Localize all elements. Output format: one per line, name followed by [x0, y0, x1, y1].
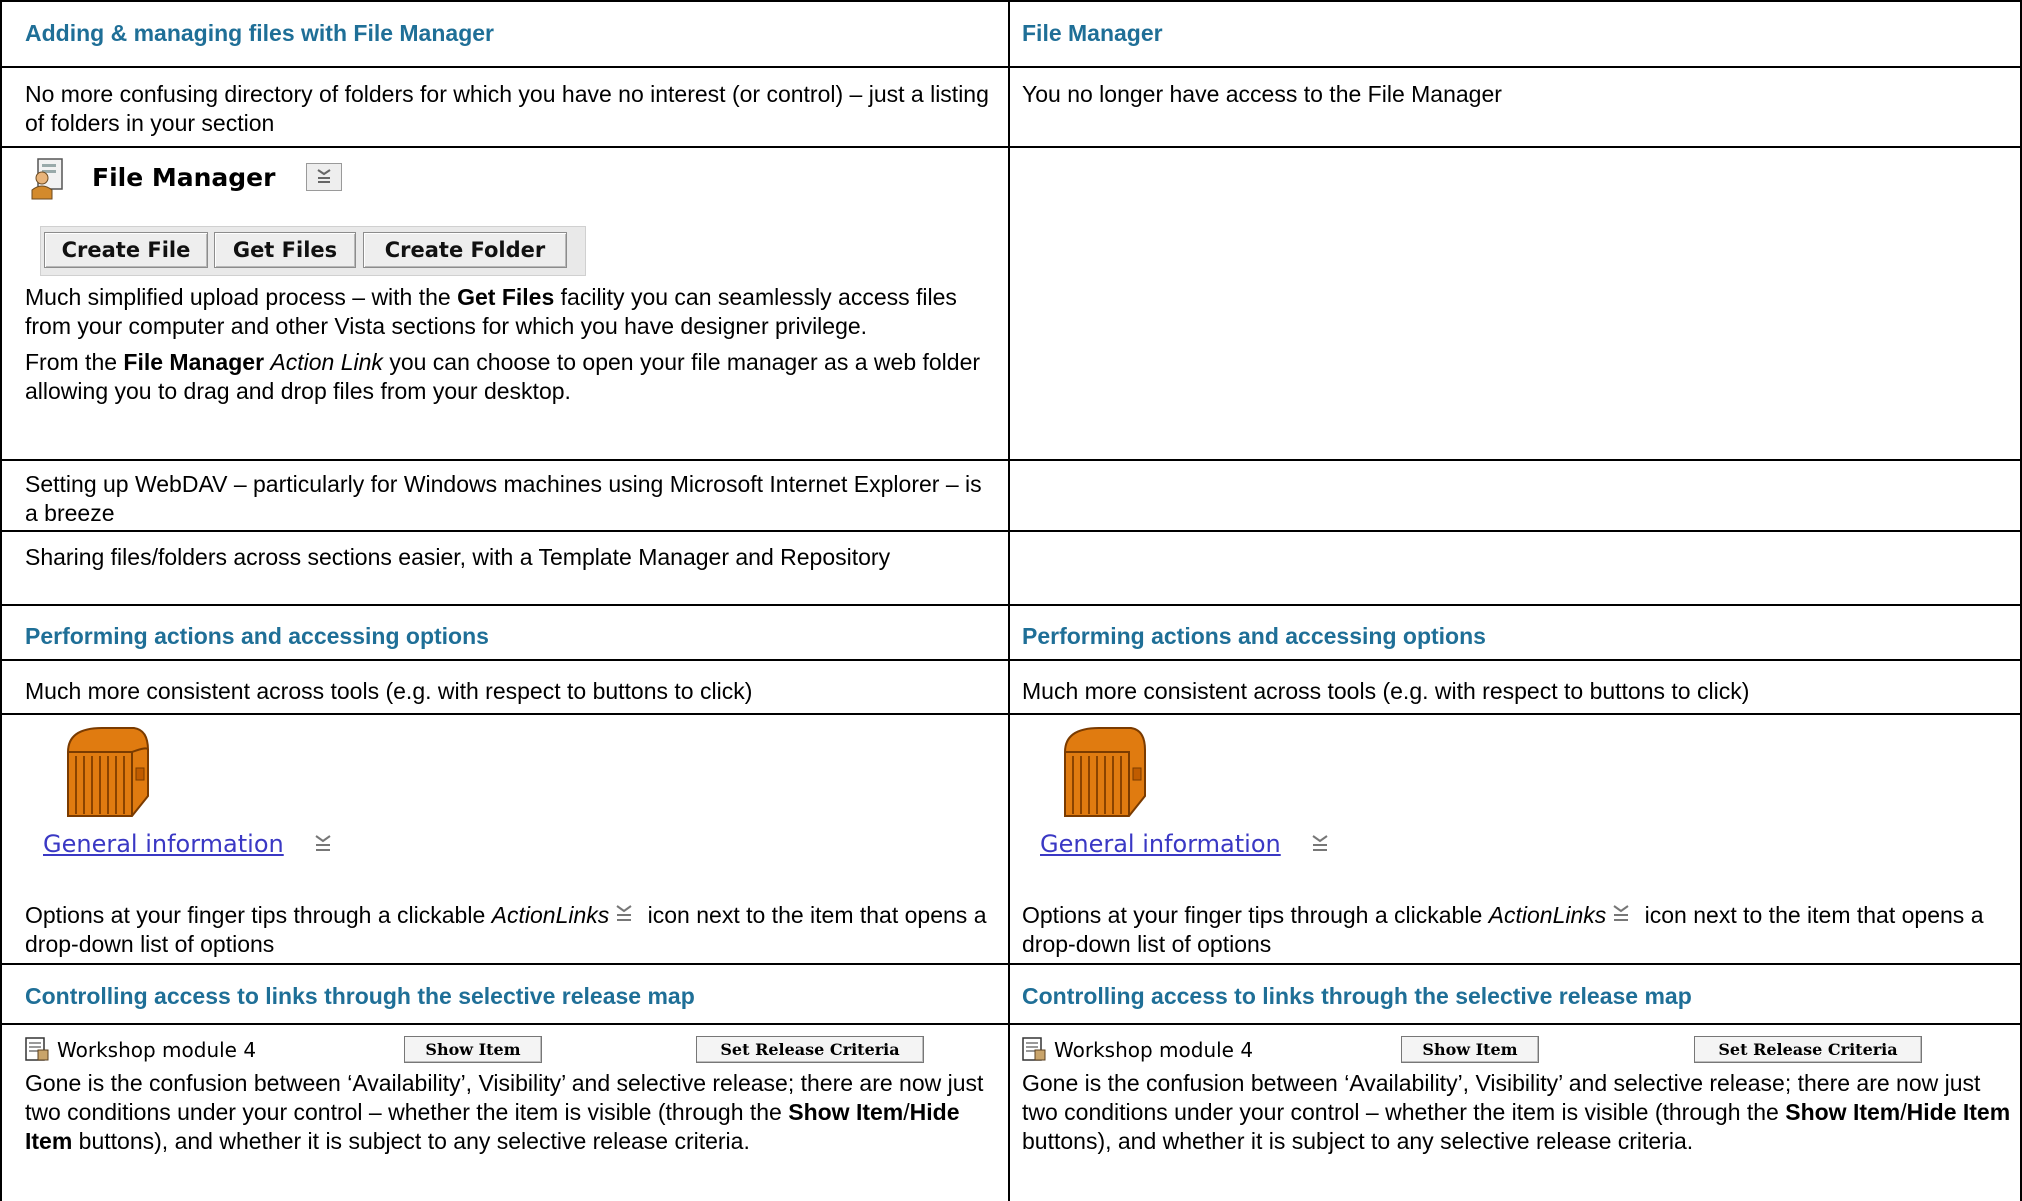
text: Much simplified upload process – with th… — [25, 284, 458, 310]
file-manager-title: File Manager — [92, 163, 276, 192]
text-bold: Hide Item — [1906, 1099, 2011, 1125]
row-text: Sharing files/folders across sections ea… — [25, 544, 891, 570]
general-information-link[interactable]: General information — [1040, 830, 1281, 858]
table-border-left — [0, 0, 2, 1201]
text: buttons), and whether it is subject to a… — [72, 1128, 750, 1154]
row-divider — [0, 713, 2022, 715]
options-paragraph: Options at your finger tips through a cl… — [1022, 901, 2017, 959]
text: From the — [25, 349, 124, 375]
text-bold: Show Item — [1785, 1099, 1901, 1125]
text-bold: Get Files — [457, 284, 555, 310]
action-links-icon[interactable] — [312, 833, 334, 855]
section-header: Controlling access to links through the … — [25, 983, 695, 1009]
create-file-button[interactable]: Create File — [44, 232, 208, 268]
row-text: You no longer have access to the File Ma… — [1022, 81, 1502, 107]
row-text: No more confusing directory of folders f… — [25, 81, 989, 136]
set-release-criteria-button[interactable]: Set Release Criteria — [1694, 1036, 1922, 1063]
section-header: File Manager — [1022, 20, 1163, 46]
treasure-chest-icon — [67, 727, 149, 817]
file-manager-user-icon — [31, 158, 63, 200]
section-header: Adding & managing files with File Manage… — [25, 20, 494, 46]
row-divider — [0, 66, 2022, 68]
row-text: Setting up WebDAV – particularly for Win… — [25, 471, 982, 526]
table-column-divider — [1008, 0, 1010, 1201]
visibility-paragraph: Gone is the confusion between ‘Availabil… — [25, 1069, 1005, 1156]
row-divider — [0, 659, 2022, 661]
file-manager-toolbar: Create File Get Files Create Folder — [40, 226, 586, 276]
visibility-paragraph: Gone is the confusion between ‘Availabil… — [1022, 1069, 2012, 1156]
row-text: Much more consistent across tools (e.g. … — [1022, 678, 1750, 704]
row-divider — [0, 530, 2022, 532]
section-header: Performing actions and accessing options — [1022, 623, 1486, 649]
content-page-icon — [25, 1037, 49, 1061]
text-bold: Show Item — [788, 1099, 904, 1125]
text-italic: ActionLinks — [491, 902, 610, 928]
action-links-icon — [1613, 905, 1629, 921]
workshop-module-label: Workshop module 4 — [57, 1038, 257, 1062]
content-page-icon — [1022, 1037, 1046, 1061]
row-divider — [0, 963, 2022, 965]
text: Options at your finger tips through a cl… — [25, 902, 492, 928]
action-links-icon — [616, 905, 632, 921]
row-divider — [0, 146, 2022, 148]
general-information-link[interactable]: General information — [43, 830, 284, 858]
create-folder-button[interactable]: Create Folder — [363, 232, 567, 268]
get-files-button[interactable]: Get Files — [214, 232, 356, 268]
text: buttons), and whether it is subject to a… — [1022, 1128, 1694, 1154]
text: Options at your finger tips through a cl… — [1022, 902, 1489, 928]
text-bold: File Manager — [123, 349, 265, 375]
row-divider — [0, 0, 2022, 2]
action-links-icon[interactable] — [306, 163, 342, 191]
set-release-criteria-button[interactable]: Set Release Criteria — [696, 1036, 924, 1063]
text-italic: Action Link — [270, 349, 383, 375]
show-item-button[interactable]: Show Item — [404, 1036, 542, 1063]
action-links-icon[interactable] — [1309, 833, 1331, 855]
treasure-chest-icon — [1064, 727, 1146, 817]
options-paragraph: Options at your finger tips through a cl… — [25, 901, 1000, 959]
text-italic: ActionLinks — [1488, 902, 1607, 928]
section-header: Performing actions and accessing options — [25, 623, 489, 649]
upload-paragraph: Much simplified upload process – with th… — [25, 283, 1000, 406]
row-divider — [0, 604, 2022, 606]
section-header: Controlling access to links through the … — [1022, 983, 1692, 1009]
row-text: Much more consistent across tools (e.g. … — [25, 678, 753, 704]
row-divider — [0, 459, 2022, 461]
show-item-button[interactable]: Show Item — [1401, 1036, 1539, 1063]
workshop-module-label: Workshop module 4 — [1054, 1038, 1254, 1062]
row-divider — [0, 1023, 2022, 1025]
comparison-table: Adding & managing files with File Manage… — [0, 0, 2022, 1201]
